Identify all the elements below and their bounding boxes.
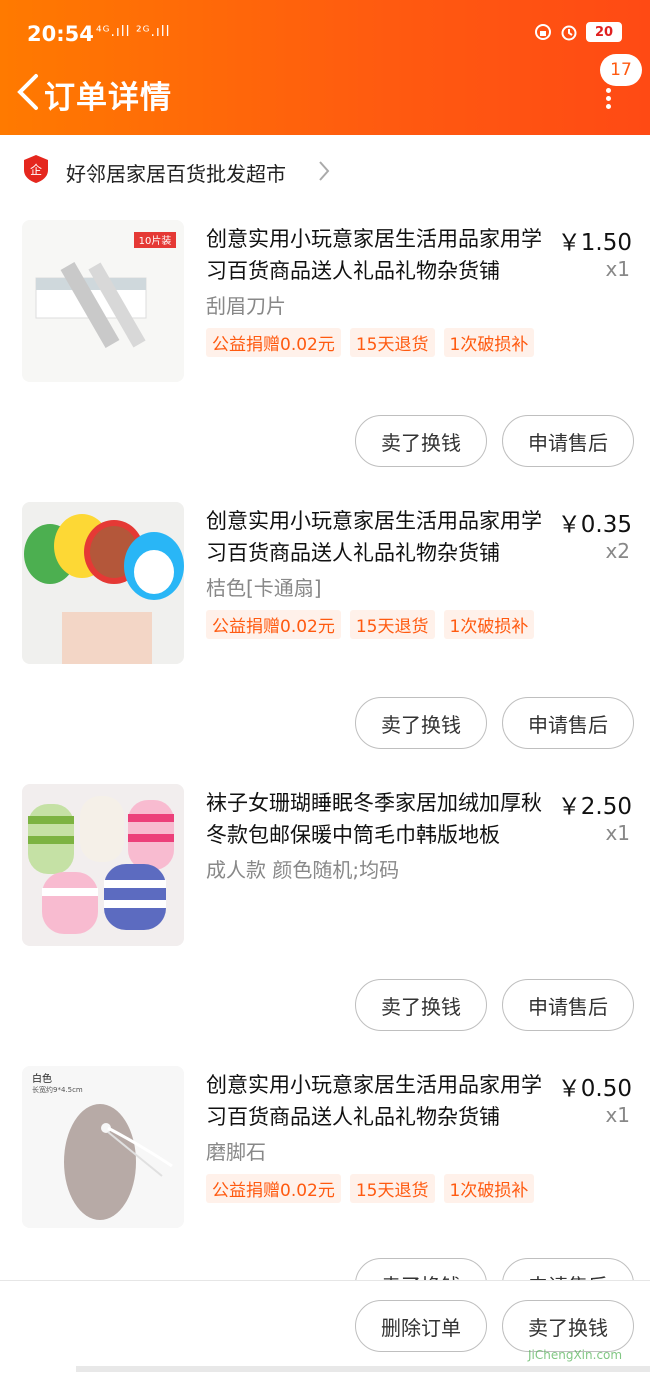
after-sale-button[interactable]: 申请售后: [502, 697, 634, 749]
svg-text:企: 企: [30, 162, 42, 177]
notification-badge[interactable]: 17: [600, 54, 642, 86]
lock-icon: [535, 24, 551, 40]
tag-breakage: 1次破损补: [443, 610, 535, 639]
item-price: ￥0.35: [557, 512, 632, 538]
more-icon[interactable]: [604, 88, 612, 109]
item-spec: 刮眉刀片: [206, 294, 286, 318]
product-thumbnail[interactable]: [22, 784, 184, 946]
after-sale-button[interactable]: 申请售后: [502, 1258, 634, 1280]
obscured-actions: 卖了换钱 申请售后: [0, 1258, 650, 1280]
item-title[interactable]: 袜子女珊瑚睡眠冬季家居加绒加厚秋冬款包邮保暖中筒毛巾韩版地板: [206, 787, 551, 851]
signal-icon: ⁴ᴳ.ıll ²ᴳ.ıll: [96, 24, 171, 40]
product-thumbnail[interactable]: 白色 长宽约9*4.5cm: [22, 1066, 184, 1228]
order-item: 创意实用小玩意家居生活用品家用学习百货商品送人礼品礼物杂货铺 ￥0.35 x2 …: [0, 502, 650, 784]
product-thumbnail[interactable]: 10片装: [22, 220, 184, 382]
tag-return: 15天退货: [349, 610, 435, 639]
status-time: 20:54: [27, 22, 94, 46]
after-sale-button[interactable]: 申请售后: [502, 979, 634, 1031]
nav-indicator: [76, 1366, 650, 1372]
store-name[interactable]: 好邻居家居百货批发超市: [66, 158, 286, 187]
item-quantity: x1: [605, 1103, 630, 1127]
item-quantity: x1: [605, 821, 630, 845]
tag-donation: 公益捐赠0.02元: [206, 1174, 341, 1203]
battery-icon: 20: [586, 22, 622, 42]
product-thumbnail[interactable]: [22, 502, 184, 664]
back-icon[interactable]: [14, 72, 42, 112]
order-item: 袜子女珊瑚睡眠冬季家居加绒加厚秋冬款包邮保暖中筒毛巾韩版地板 ￥2.50 x1 …: [0, 784, 650, 1066]
tag-return: 15天退货: [349, 1174, 435, 1203]
item-price: ￥0.50: [557, 1076, 632, 1102]
sell-button[interactable]: 卖了换钱: [355, 979, 487, 1031]
item-title[interactable]: 创意实用小玩意家居生活用品家用学习百货商品送人礼品礼物杂货铺: [206, 1069, 551, 1133]
tag-breakage: 1次破损补: [443, 1174, 535, 1203]
order-item: 10片装 创意实用小玩意家居生活用品家用学习百货商品送人礼品礼物杂货铺 ￥1.5…: [0, 220, 650, 502]
status-icons: 20: [534, 22, 622, 42]
thumbnail-label: 白色: [32, 1072, 52, 1085]
tag-return: 15天退货: [349, 328, 435, 357]
item-title[interactable]: 创意实用小玩意家居生活用品家用学习百货商品送人礼品礼物杂货铺: [206, 505, 551, 569]
thumbnail-sublabel: 长宽约9*4.5cm: [32, 1085, 83, 1094]
sell-button[interactable]: 卖了换钱: [355, 1258, 487, 1280]
tag-donation: 公益捐赠0.02元: [206, 328, 341, 357]
header-bar: 20:54 ⁴ᴳ.ıll ²ᴳ.ıll 20 订单详情 17: [0, 0, 650, 135]
after-sale-button[interactable]: 申请售后: [502, 415, 634, 467]
item-spec: 成人款 颜色随机;均码: [206, 858, 400, 882]
store-logo-icon: 企: [24, 155, 48, 183]
item-price: ￥2.50: [557, 794, 632, 820]
delete-order-button[interactable]: 删除订单: [355, 1300, 487, 1352]
sell-button[interactable]: 卖了换钱: [355, 697, 487, 749]
item-price: ￥1.50: [557, 230, 632, 256]
item-quantity: x2: [605, 539, 630, 563]
item-quantity: x1: [605, 257, 630, 281]
sell-button[interactable]: 卖了换钱: [355, 415, 487, 467]
page-title: 订单详情: [44, 80, 172, 116]
alarm-icon: [561, 25, 577, 41]
chevron-right-icon[interactable]: [318, 160, 330, 182]
watermark: JiChengXin.com: [528, 1348, 623, 1362]
service-tags: 公益捐赠0.02元 15天退货 1次破损补: [206, 328, 535, 357]
item-spec: 桔色[卡通扇]: [206, 576, 322, 600]
item-spec: 磨脚石: [206, 1140, 266, 1164]
sell-button[interactable]: 卖了换钱: [502, 1300, 634, 1352]
item-title[interactable]: 创意实用小玩意家居生活用品家用学习百货商品送人礼品礼物杂货铺: [206, 223, 551, 287]
tag-donation: 公益捐赠0.02元: [206, 610, 341, 639]
tag-breakage: 1次破损补: [443, 328, 535, 357]
service-tags: 公益捐赠0.02元 15天退货 1次破损补: [206, 1174, 535, 1203]
service-tags: 公益捐赠0.02元 15天退货 1次破损补: [206, 610, 535, 639]
thumbnail-label: 10片装: [139, 234, 172, 247]
